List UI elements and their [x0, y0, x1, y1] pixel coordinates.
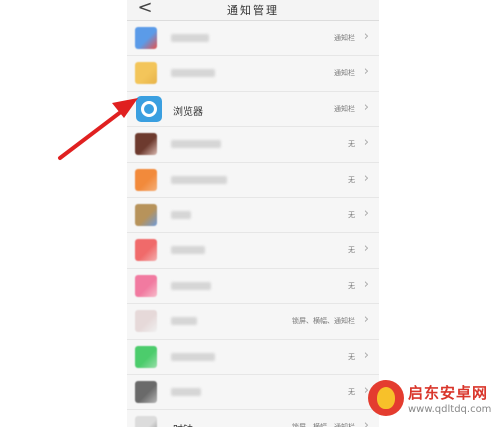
app-name-redacted — [171, 210, 191, 219]
app-name-redacted — [171, 140, 221, 149]
app-list: 通知栏›通知栏›浏览器通知栏›无›无›无›无›无›锁屏、横幅、通知栏›无›无›时… — [127, 21, 379, 427]
app-icon — [135, 380, 157, 403]
app-name: 时钟 — [173, 421, 193, 427]
app-icon — [135, 62, 157, 85]
chevron-right-icon: › — [363, 276, 369, 292]
app-name-redacted — [171, 246, 205, 255]
app-icon — [135, 27, 157, 49]
app-name-redacted — [171, 175, 227, 184]
notification-status: 锁屏、横幅、通知栏 — [292, 317, 355, 326]
notification-status: 无 — [348, 281, 355, 290]
notification-status: 通知栏 — [334, 104, 355, 113]
notification-status: 通知栏 — [334, 34, 355, 42]
top-bar: < 通知管理 — [127, 0, 379, 21]
app-row[interactable]: 无 › — [127, 197, 379, 234]
chevron-right-icon: › — [363, 241, 369, 257]
site-watermark: 启东安卓网 www.qdltdq.com — [368, 378, 500, 427]
app-row[interactable]: 时钟锁屏、横幅、通知栏› — [127, 410, 379, 427]
notification-status: 通知栏 — [334, 69, 355, 78]
watermark-logo-icon — [368, 380, 404, 416]
chevron-right-icon: › — [363, 205, 369, 221]
app-name-redacted — [171, 352, 215, 361]
app-name: 浏览器 — [173, 106, 203, 118]
watermark-title: 启东安卓网 — [408, 384, 489, 402]
app-row[interactable]: 通知栏 › — [127, 21, 379, 57]
app-row[interactable]: 无 › — [127, 268, 379, 305]
app-row[interactable]: 通知栏 › — [127, 56, 379, 92]
chevron-right-icon: › — [363, 135, 369, 151]
chevron-right-icon: › — [363, 64, 369, 80]
app-icon — [135, 168, 157, 191]
app-icon — [135, 345, 157, 368]
notification-status: 无 — [348, 140, 355, 149]
notification-status: 无 — [348, 246, 355, 255]
notification-settings-screen: < 通知管理 通知栏 › 通知栏 › 浏览器 通知栏 › 无 › 无 › 无 › 无 › 无 › 锁屏、横幅、通知… — [127, 0, 379, 427]
app-name-redacted — [171, 34, 209, 42]
app-icon — [135, 239, 157, 262]
app-row[interactable]: 无 › — [127, 233, 379, 269]
chevron-right-icon: › — [363, 347, 369, 363]
app-icon — [135, 416, 157, 427]
app-name-redacted — [171, 387, 201, 396]
chevron-right-icon: › — [363, 99, 369, 115]
chevron-right-icon: › — [363, 29, 369, 44]
app-row[interactable]: 无 › — [127, 162, 379, 198]
notification-status: 无 — [348, 352, 355, 361]
notification-status: 锁屏、横幅、通知栏 — [292, 422, 355, 427]
app-icon — [135, 274, 157, 297]
app-icon — [135, 310, 157, 333]
watermark-url: www.qdltdq.com — [408, 404, 492, 415]
app-row[interactable]: 浏览器 通知栏 › — [127, 91, 379, 128]
app-row[interactable]: 无 › — [127, 339, 379, 375]
app-row[interactable]: 锁屏、横幅、通知栏 › — [127, 304, 379, 340]
chevron-right-icon: › — [363, 312, 369, 328]
app-icon — [135, 203, 157, 226]
browser-app-icon — [136, 95, 162, 122]
app-icon — [135, 133, 157, 156]
app-name-redacted — [171, 281, 211, 290]
chevron-right-icon: › — [363, 170, 369, 186]
app-name-redacted — [171, 69, 215, 78]
notification-status: 无 — [348, 387, 355, 396]
app-row[interactable]: 无 › — [127, 374, 379, 411]
page-title: 通知管理 — [227, 4, 279, 17]
arrow-shaft — [58, 106, 128, 160]
notification-status: 无 — [348, 175, 355, 184]
notification-status: 无 — [348, 210, 355, 219]
app-name-redacted — [171, 317, 197, 326]
app-row[interactable]: 无 › — [127, 127, 379, 163]
